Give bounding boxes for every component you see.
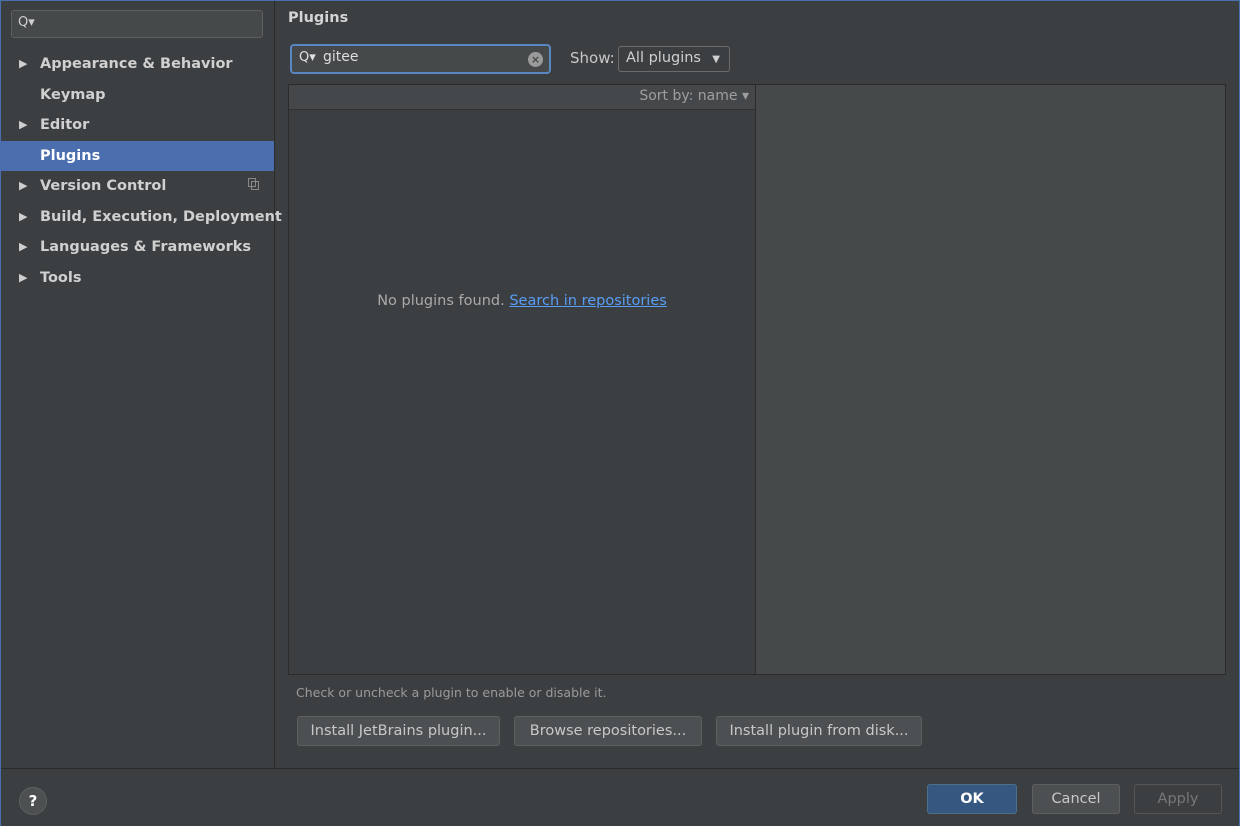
settings-sidebar: Q▾ ▶ Appearance & Behavior Keymap ▶ Edit…	[1, 1, 282, 768]
expand-arrow-icon[interactable]: ▶	[19, 110, 27, 140]
sidebar-search-input[interactable]: Q▾	[11, 10, 263, 38]
cancel-button[interactable]: Cancel	[1032, 784, 1120, 814]
hint-text: Check or uncheck a plugin to enable or d…	[296, 685, 607, 700]
sidebar-item-label: Editor	[40, 117, 90, 133]
page-title: Plugins	[288, 10, 349, 26]
sidebar-item-label: Appearance & Behavior	[40, 56, 233, 72]
clear-icon[interactable]: ×	[528, 52, 543, 67]
install-plugin-from-disk-button[interactable]: Install plugin from disk...	[716, 716, 922, 746]
sidebar-item-label: Build, Execution, Deployment	[40, 208, 282, 225]
sidebar-item-version-control[interactable]: ▶ Version Control	[1, 171, 274, 202]
search-icon: Q▾	[18, 15, 35, 30]
sidebar-item-label: Plugins	[40, 147, 101, 164]
search-value[interactable]: gitee	[323, 49, 359, 65]
install-jetbrains-plugin-button[interactable]: Install JetBrains plugin...	[297, 716, 500, 746]
sidebar-item-label: Keymap	[40, 86, 106, 103]
sidebar-item-label: Languages & Frameworks	[40, 239, 252, 255]
sidebar-item-languages[interactable]: ▶ Languages & Frameworks	[1, 232, 274, 263]
help-icon[interactable]: ?	[19, 787, 47, 815]
search-in-repositories-link[interactable]: Search in repositories	[509, 293, 667, 309]
ok-button[interactable]: OK	[927, 784, 1017, 814]
plugin-details-panel	[756, 84, 1226, 675]
sidebar-item-build[interactable]: ▶ Build, Execution, Deployment	[1, 202, 282, 233]
chevron-down-icon: ▼	[712, 54, 720, 65]
show-label: Show:	[570, 49, 615, 67]
expand-arrow-icon[interactable]: ▶	[19, 171, 27, 201]
sidebar-item-label: Version Control	[40, 178, 167, 194]
sidebar-item-tools[interactable]: ▶ Tools	[1, 263, 274, 294]
plugin-search-input[interactable]: Q▾ gitee ×	[290, 44, 551, 74]
sort-by-dropdown[interactable]: Sort by: name ▾	[639, 88, 749, 104]
sidebar-item-appearance[interactable]: ▶ Appearance & Behavior	[1, 49, 274, 80]
sidebar-item-label: Tools	[40, 269, 82, 286]
expand-arrow-icon[interactable]: ▶	[19, 232, 27, 262]
list-header: Sort by: name ▾	[289, 85, 755, 110]
settings-tree: ▶ Appearance & Behavior Keymap ▶ Editor …	[1, 49, 282, 294]
sidebar-item-keymap[interactable]: Keymap	[1, 80, 274, 111]
sidebar-item-editor[interactable]: ▶ Editor	[1, 110, 274, 141]
empty-text: No plugins found.	[377, 293, 505, 309]
dialog-footer: ? OK Cancel Apply	[1, 768, 1239, 826]
expand-arrow-icon[interactable]: ▶	[19, 49, 27, 79]
show-selected-value: All plugins	[626, 50, 701, 66]
expand-arrow-icon[interactable]: ▶	[19, 202, 27, 232]
apply-button[interactable]: Apply	[1134, 784, 1222, 814]
show-filter-select[interactable]: All plugins ▼	[618, 46, 730, 72]
plugin-list: Sort by: name ▾ No plugins found. Search…	[288, 84, 756, 675]
search-icon[interactable]: Q▾	[299, 50, 316, 65]
sidebar-item-plugins[interactable]: Plugins	[1, 140, 274, 171]
project-settings-icon	[248, 178, 259, 190]
browse-repositories-button[interactable]: Browse repositories...	[514, 716, 702, 746]
expand-arrow-icon[interactable]: ▶	[19, 263, 27, 293]
empty-state: No plugins found. Search in repositories	[289, 293, 755, 309]
